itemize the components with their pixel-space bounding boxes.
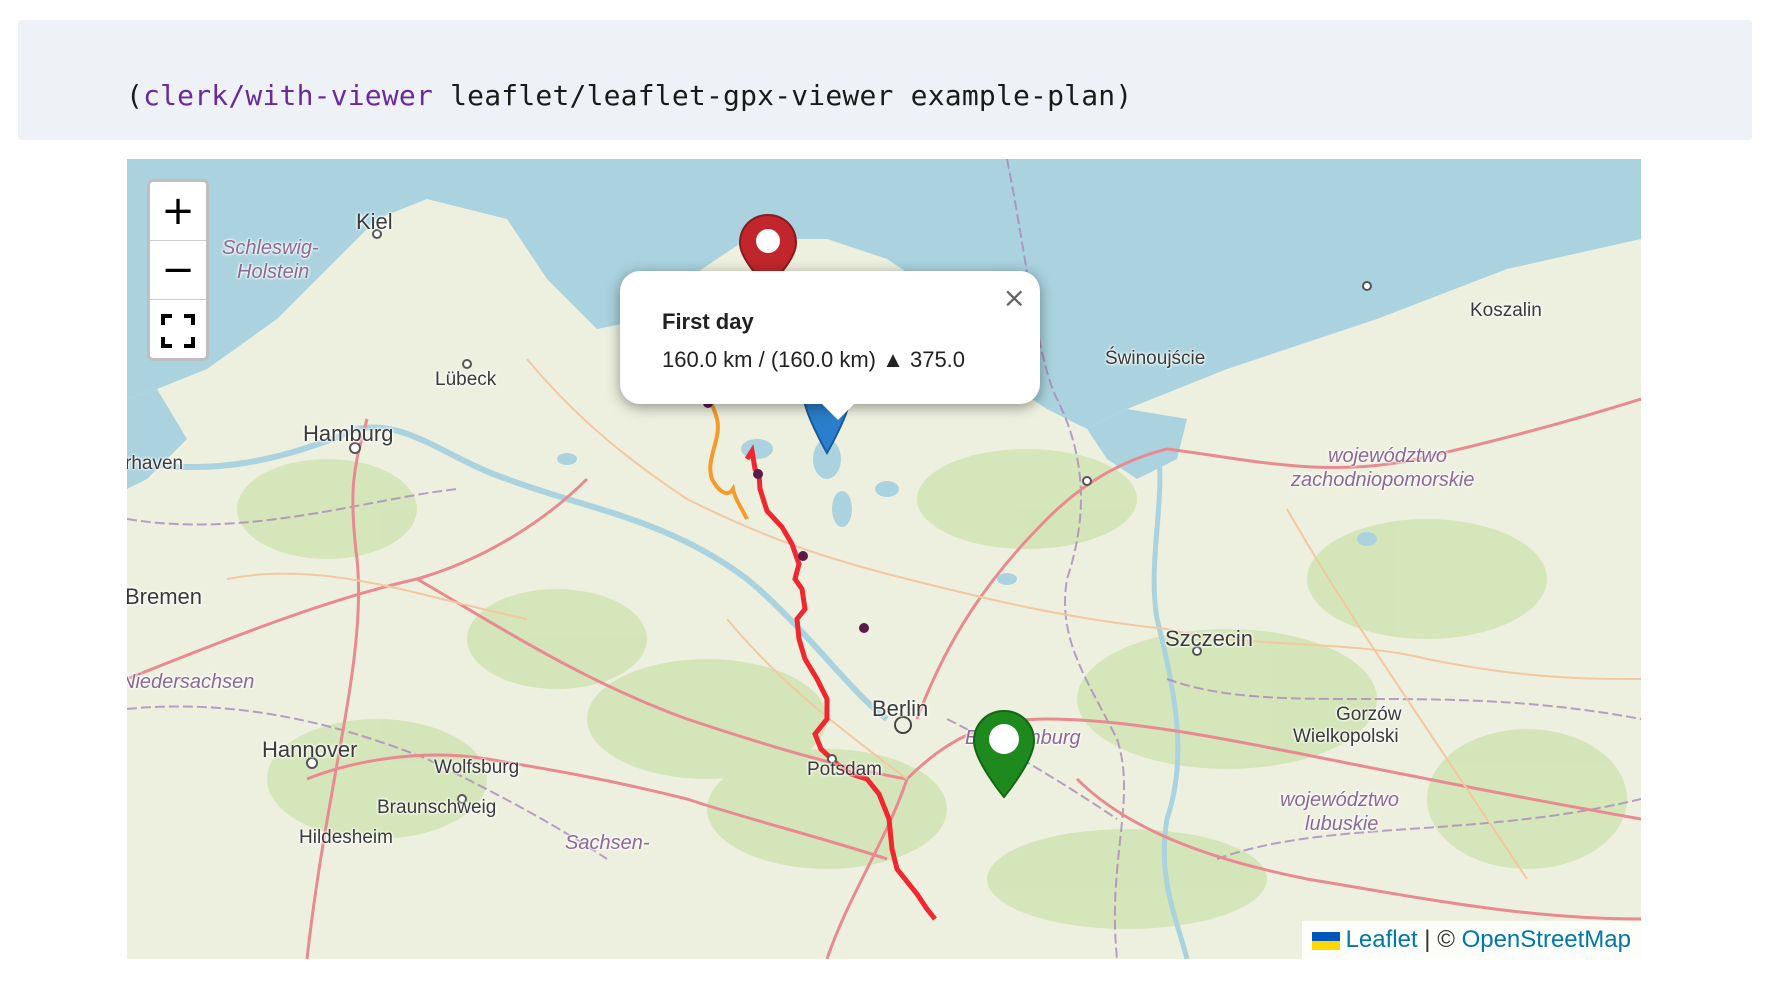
leaflet-link[interactable]: Leaflet	[1346, 926, 1418, 953]
map-container[interactable]: Kiel Schleswig- Holstein Lübeck Hamburg …	[127, 159, 1641, 959]
zoom-out-button[interactable]: −	[150, 241, 206, 300]
code-symbol: clerk/with-viewer	[143, 79, 434, 112]
place-label: Świnoujście	[1105, 348, 1206, 369]
popup-tip	[820, 402, 856, 420]
place-label: Hamburg	[303, 421, 394, 446]
place-label: Lübeck	[435, 369, 497, 390]
route-popup: First day 160.0 km / (160.0 km) ▲ 375.0 …	[620, 271, 1040, 420]
fullscreen-button[interactable]	[150, 300, 206, 358]
code-open-paren: (	[126, 79, 144, 112]
attribution-separator: | ©	[1417, 926, 1462, 953]
waypoint-dot	[753, 469, 763, 479]
end-marker-green[interactable]	[970, 707, 1038, 803]
place-label: Braunschweig	[377, 797, 497, 818]
waypoint-dot	[859, 623, 869, 633]
popup-body: 160.0 km / (160.0 km) ▲ 375.0	[662, 347, 966, 372]
popup-close-button[interactable]: ×	[1003, 281, 1026, 314]
place-label: Gorzów	[1336, 704, 1402, 725]
waypoint-dot	[798, 551, 808, 561]
popup-title: First day	[662, 309, 754, 334]
region-label: województwo	[1328, 445, 1447, 467]
attribution: Leaflet | © OpenStreetMap	[1301, 921, 1641, 959]
region-label: Holstein	[237, 261, 310, 283]
fullscreen-icon	[161, 314, 195, 348]
place-label: Kiel	[356, 209, 393, 234]
place-label: Wolfsburg	[434, 757, 520, 778]
place-label: Wielkopolski	[1293, 726, 1399, 747]
place-label: Bremen	[127, 584, 203, 609]
region-label: zachodniopomorskie	[1291, 469, 1475, 491]
region-label: województwo	[1280, 789, 1399, 811]
place-label: Berlin	[872, 696, 929, 721]
code-line: (clerk/with-viewer leaflet/leaflet-gpx-v…	[126, 79, 1132, 112]
code-rest: leaflet/leaflet-gpx-viewer example-plan)	[433, 79, 1133, 112]
region-label: Niedersachsen	[127, 671, 255, 693]
place-label: Hannover	[262, 737, 358, 762]
ukraine-flag-icon	[1311, 931, 1340, 950]
place-label: rhaven	[127, 453, 184, 474]
place-label: Szczecin	[1165, 626, 1254, 651]
place-label: Hildesheim	[299, 827, 393, 848]
zoom-control: + −	[147, 179, 209, 361]
code-block: (clerk/with-viewer leaflet/leaflet-gpx-v…	[18, 20, 1752, 140]
region-label: Sachsen-	[565, 832, 650, 854]
place-label: Koszalin	[1470, 300, 1542, 321]
osm-link[interactable]: OpenStreetMap	[1462, 926, 1631, 953]
place-label: Potsdam	[807, 759, 882, 780]
region-label: Schleswig-	[222, 237, 319, 259]
zoom-in-button[interactable]: +	[150, 182, 206, 241]
region-label: lubuskie	[1305, 813, 1379, 835]
